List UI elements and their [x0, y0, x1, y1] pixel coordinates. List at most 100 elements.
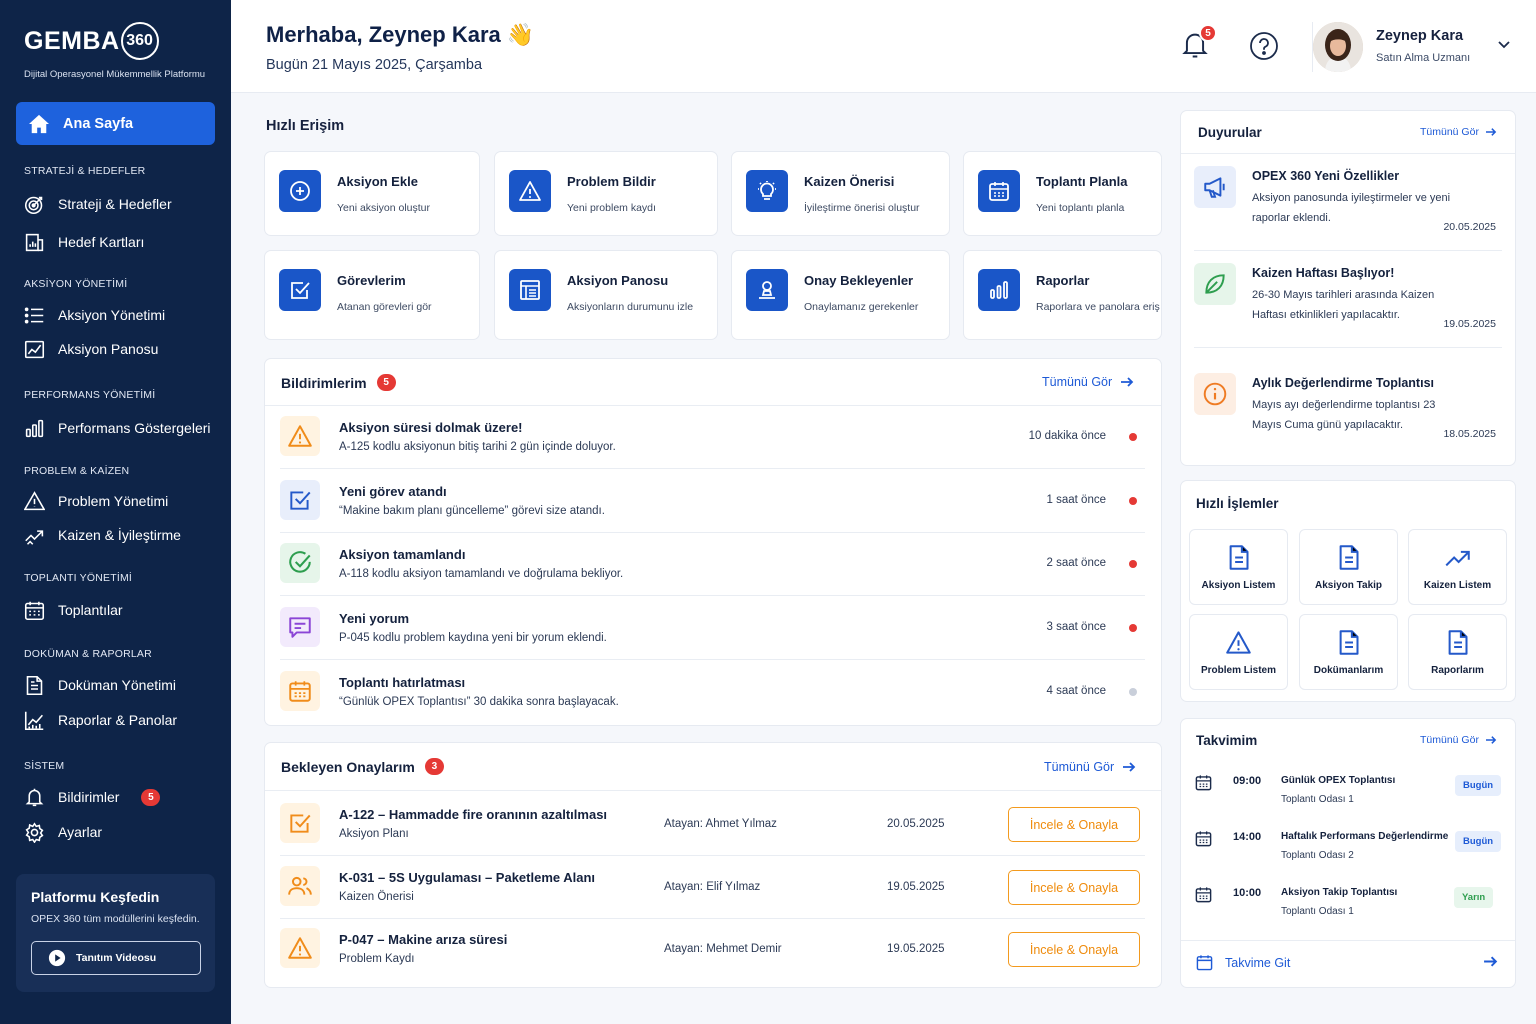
file-icon: [1229, 545, 1249, 570]
avatar[interactable]: [1313, 22, 1363, 72]
approval-type: Kaizen Önerisi: [339, 891, 414, 903]
sidebar-item-action-management[interactable]: Aksiyon Yönetimi: [24, 303, 165, 327]
user-menu-toggle[interactable]: [1497, 40, 1511, 50]
arrow-right-icon: [1484, 956, 1498, 967]
sidebar-item-strategy[interactable]: Strateji & Hedefler: [24, 192, 172, 216]
sidebar-item-notifications[interactable]: Bildirimler 5: [24, 785, 161, 809]
approval-assigner: Atayan: Mehmet Demir: [664, 943, 782, 955]
file-icon: [1448, 630, 1468, 655]
notification-desc: P-045 kodlu problem kaydına yeni bir yor…: [339, 632, 607, 644]
section-title: AKSİYON YÖNETİMİ: [24, 278, 128, 290]
approval-icon: [280, 803, 320, 843]
calendar-icon: [1196, 955, 1213, 971]
sidebar-item-kpi[interactable]: Performans Göstergeleri: [24, 416, 211, 440]
quick-op-tile[interactable]: Aksiyon Takip: [1299, 529, 1398, 605]
sidebar-item-meetings[interactable]: Toplantılar: [24, 598, 123, 622]
sidebar-item-action-board[interactable]: Aksiyon Panosu: [24, 337, 158, 361]
event-day-badge: Yarın: [1454, 887, 1494, 908]
quick-access-label: Aksiyon Ekle: [337, 174, 418, 189]
notification-desc: “Günlük OPEX Toplantısı” 30 dakika sonra…: [339, 696, 619, 708]
quick-op-tile[interactable]: Raporlarım: [1408, 614, 1507, 690]
quick-op-label: Aksiyon Listem: [1201, 580, 1276, 591]
approval-assigner: Atayan: Ahmet Yılmaz: [664, 818, 777, 830]
divider: [265, 405, 1161, 406]
sidebar-item-goal-cards[interactable]: Hedef Kartları: [24, 230, 144, 254]
sidebar-item-kaizen[interactable]: Kaizen & İyileştirme: [24, 523, 181, 547]
calendar-icon: [1195, 775, 1212, 791]
review-approve-button[interactable]: İncele & Onayla: [1008, 870, 1140, 905]
sidebar-item-label: Strateji & Hedefler: [58, 196, 172, 212]
quick-access-label: Onay Bekleyenler: [804, 273, 914, 288]
review-approve-button[interactable]: İncele & Onayla: [1008, 807, 1140, 842]
checkbox-icon: [290, 491, 311, 510]
event-title: Haftalık Performans Değerlendirme: [1281, 831, 1449, 842]
chevron-down-icon: [1498, 41, 1510, 49]
arrow-right-icon: [1485, 736, 1497, 744]
divider: [265, 790, 1161, 791]
unread-dot: [1129, 560, 1137, 568]
notifications-count-badge: 5: [376, 374, 396, 391]
calendar-icon: [989, 182, 1009, 201]
quick-access-card[interactable]: Aksiyon Panosu Aksiyonların durumunu izl…: [494, 250, 718, 340]
quick-access-label: Görevlerim: [337, 273, 406, 288]
quick-access-card[interactable]: Onay Bekleyenler Onaylamanız gerekenler: [731, 250, 950, 340]
see-all-label: Tümünü Gör: [1044, 760, 1115, 774]
help-button[interactable]: [1249, 31, 1279, 61]
approval-title: P-047 – Makine arıza süresi: [339, 932, 508, 947]
sidebar-item-documents[interactable]: Doküman Yönetimi: [24, 673, 176, 697]
sidebar-item-label: Doküman Yönetimi: [58, 677, 177, 693]
quick-op-tile[interactable]: Aksiyon Listem: [1189, 529, 1288, 605]
notification-time: 10 dakika önce: [1028, 430, 1106, 442]
user-name[interactable]: Zeynep Kara: [1376, 28, 1463, 44]
notification-time: 4 saat önce: [1046, 685, 1106, 697]
go-to-calendar-arrow[interactable]: [1483, 955, 1498, 968]
notifications-panel: [264, 358, 1162, 726]
quick-op-tile[interactable]: Problem Listem: [1189, 614, 1288, 690]
quick-access-card[interactable]: Raporlar Raporlara ve panolara eriş: [963, 250, 1162, 340]
quick-op-label: Raporlarım: [1431, 665, 1484, 676]
sidebar-item-label: Raporlar & Panolar: [58, 712, 178, 728]
notification-desc: A-118 kodlu aksiyon tamamlandı ve doğrul…: [339, 568, 624, 580]
approval-date: 19.05.2025: [887, 881, 945, 893]
document-icon: [26, 675, 43, 695]
quick-access-card[interactable]: Problem Bildir Yeni problem kaydı: [494, 151, 718, 236]
quick-access-label: Raporlar: [1036, 273, 1090, 288]
quick-access-title: Hızlı Erişim: [266, 118, 345, 134]
notification-title: Toplantı hatırlatması: [339, 675, 466, 690]
quick-op-tile[interactable]: Kaizen Listem: [1408, 529, 1507, 605]
warning-icon: [24, 490, 45, 510]
calendar-icon: [289, 681, 311, 702]
quick-access-card[interactable]: Görevlerim Atanan görevleri gör: [264, 250, 480, 340]
user-stamp-icon: [759, 281, 775, 299]
sidebar-item-settings[interactable]: Ayarlar: [24, 820, 102, 844]
quick-access-card[interactable]: Kaizen Önerisi İyileştirme önerisi oluşt…: [731, 151, 950, 236]
brand-logo[interactable]: GEMBA 360: [24, 22, 159, 60]
section-title: SİSTEM: [24, 760, 65, 772]
section-title: STRATEJİ & HEDEFLER: [24, 165, 146, 177]
calendar-see-all-link[interactable]: Tümünü Gör: [1420, 734, 1497, 746]
announcements-see-all-link[interactable]: Tümünü Gör: [1420, 126, 1497, 138]
gear-icon: [25, 821, 44, 843]
quick-access-card[interactable]: Aksiyon Ekle Yeni aksiyon oluştur: [264, 151, 480, 236]
notification-icon: [280, 480, 320, 520]
quick-access-label: Kaizen Önerisi: [804, 174, 895, 189]
quick-access-sub: Yeni aksiyon oluştur: [337, 202, 431, 214]
sidebar-item-home[interactable]: Ana Sayfa: [16, 102, 215, 145]
approvals-see-all-link[interactable]: Tümünü Gör: [1044, 760, 1136, 774]
intro-video-button[interactable]: Tanıtım Videosu: [31, 941, 201, 975]
sidebar-item-reports[interactable]: Raporlar & Panolar: [24, 708, 177, 732]
notifications-see-all-link[interactable]: Tümünü Gör: [1042, 375, 1134, 389]
event-calendar-icon: [1194, 885, 1213, 904]
sidebar: GEMBA 360 Dijital Operasyonel Mükemmelli…: [0, 0, 231, 1024]
quick-op-tile[interactable]: Dokümanlarım: [1299, 614, 1398, 690]
announcement-title: OPEX 360 Yeni Özellikler: [1252, 169, 1400, 183]
users-icon: [288, 876, 312, 895]
go-to-calendar-link[interactable]: Takvime Git: [1196, 954, 1290, 971]
sidebar-item-problem[interactable]: Problem Yönetimi: [24, 489, 168, 513]
review-approve-button[interactable]: İncele & Onayla: [1008, 932, 1140, 967]
quick-access-card[interactable]: Toplantı Planla Yeni toplantı planla: [963, 151, 1162, 236]
section-title: PERFORMANS YÖNETİMİ: [24, 389, 156, 401]
notifications-button[interactable]: 5: [1181, 24, 1217, 60]
target-icon: [24, 196, 43, 214]
calendar-title: Takvimim: [1196, 733, 1258, 748]
